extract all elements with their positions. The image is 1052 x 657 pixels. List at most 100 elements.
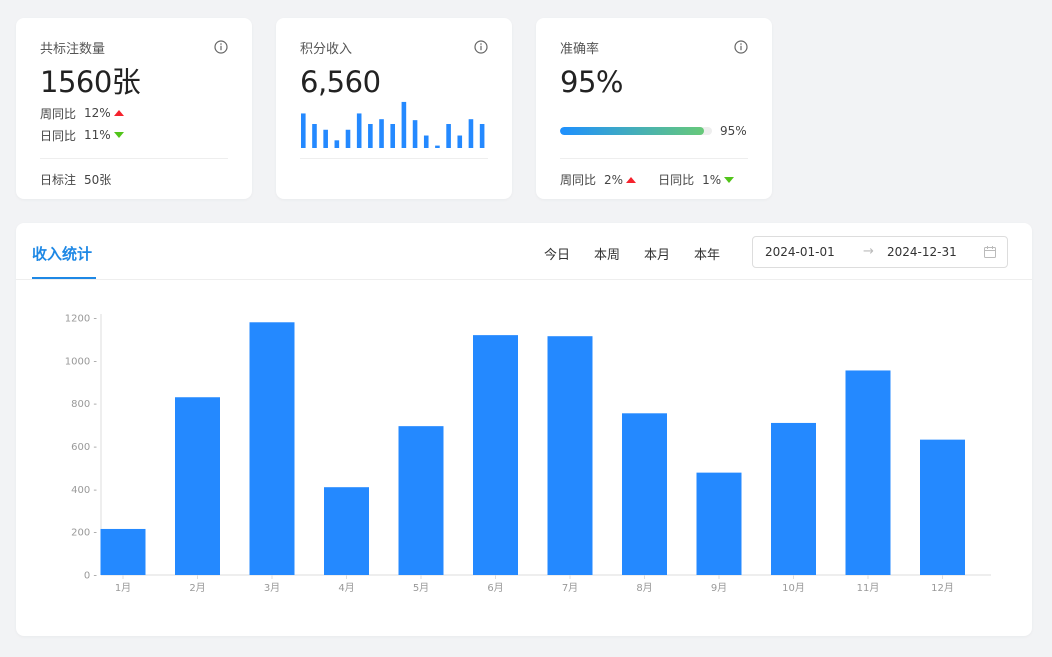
- range-selector: 今日 本周 本月 本年: [544, 244, 744, 263]
- bar-11月: [845, 370, 891, 575]
- bar-12月: [920, 439, 965, 575]
- trend-day: 日同比 11%: [40, 126, 228, 144]
- stat-card-accuracy: 准确率 95% 95% 周同比 2% 日同比 1%: [536, 18, 772, 199]
- bar-10月: [771, 422, 816, 575]
- progress-fill: [560, 127, 705, 135]
- card-value: 6,560: [300, 65, 381, 99]
- mini-bar: [479, 124, 485, 148]
- x-tick-label: 1月: [115, 582, 131, 594]
- y-tick-label: 600 -: [71, 442, 97, 453]
- mini-bar: [468, 119, 474, 148]
- arrow-up-icon: [626, 176, 637, 183]
- trend-value: 2%: [604, 172, 624, 187]
- date-range-picker[interactable]: 2024-01-01 → 2024-12-31: [752, 236, 1008, 268]
- card-title: 准确率: [560, 41, 600, 57]
- bar-2月: [175, 397, 220, 575]
- trend-value: 12%: [84, 106, 111, 120]
- info-icon[interactable]: [214, 40, 228, 54]
- card-value: 1560张: [40, 65, 141, 99]
- trend-label: 日同比: [40, 128, 77, 143]
- mini-bar: [301, 113, 306, 148]
- x-tick-label: 10月: [782, 582, 805, 594]
- divider: [560, 158, 748, 159]
- revenue-panel: 收入统计 今日 本周 本月 本年 2024-01-01 → 2024-12-31…: [16, 223, 1032, 636]
- card-title: 共标注数量: [40, 41, 106, 57]
- trend-week: 周同比 12%: [40, 104, 228, 122]
- mini-bar: [390, 124, 396, 148]
- mini-bar: [345, 129, 351, 148]
- range-today[interactable]: 今日: [544, 244, 570, 263]
- mini-bar: [379, 119, 384, 148]
- date-start-input[interactable]: 2024-01-01: [765, 245, 835, 259]
- bar-1月: [100, 528, 146, 575]
- y-tick-label: 0 -: [84, 571, 98, 582]
- bar-6月: [473, 335, 518, 575]
- trend-label: 日同比: [658, 173, 695, 187]
- bar-3月: [249, 322, 295, 575]
- x-tick-label: 4月: [338, 582, 354, 594]
- revenue-bar-chart: 0 - 200 - 400 - 600 - 800 - 1000 - 1200 - 1月 2月 3…: [65, 314, 991, 594]
- card-title: 积分收入: [300, 41, 353, 57]
- arrow-down-icon: [724, 176, 735, 183]
- bar-9月: [696, 472, 742, 575]
- bar-7月: [547, 336, 593, 575]
- stat-card-annotations: 共标注数量 1560张 周同比 12% 日同比 11% 日标注 50张: [16, 18, 252, 199]
- mini-bar: [334, 140, 340, 148]
- footer-label: 日标注: [40, 173, 77, 187]
- x-tick-label: 7月: [562, 582, 578, 594]
- x-tick-label: 3月: [264, 582, 280, 594]
- x-tick-label: 9月: [711, 582, 727, 594]
- bar-5月: [398, 426, 444, 575]
- mini-bar: [423, 135, 429, 148]
- x-tick-label: 2月: [189, 582, 205, 594]
- mini-bar-chart: [301, 101, 485, 148]
- divider: [300, 158, 488, 159]
- mini-bar: [446, 124, 451, 148]
- info-icon[interactable]: [734, 40, 748, 54]
- y-tick-label: 800 -: [71, 399, 97, 410]
- mini-bar: [368, 124, 373, 148]
- range-week[interactable]: 本周: [594, 244, 620, 263]
- calendar-icon[interactable]: [983, 245, 997, 259]
- mini-bar: [401, 101, 407, 148]
- card-value: 95%: [560, 65, 623, 99]
- mini-bar: [312, 124, 317, 148]
- range-month[interactable]: 本月: [644, 244, 670, 263]
- date-end-input[interactable]: 2024-12-31: [887, 245, 957, 259]
- arrow-up-icon: [113, 110, 124, 116]
- progress-track: [560, 127, 712, 135]
- divider: [40, 158, 228, 159]
- mini-bar: [323, 129, 328, 148]
- range-year[interactable]: 本年: [694, 244, 720, 263]
- bar-8月: [622, 413, 667, 575]
- arrow-right-icon: →: [863, 244, 874, 259]
- x-tick-label: 5月: [413, 582, 429, 594]
- x-tick-label: 6月: [487, 582, 503, 594]
- trend-label: 周同比: [560, 173, 597, 187]
- mini-bar: [356, 113, 362, 148]
- arrow-down-icon: [113, 132, 124, 138]
- card-footer: 日标注 50张: [40, 171, 111, 188]
- y-tick-label: 400 -: [71, 485, 97, 496]
- progress-label: 95%: [720, 124, 747, 138]
- trend-label: 周同比: [40, 106, 77, 121]
- tab-revenue-stats[interactable]: 收入统计: [32, 243, 92, 264]
- x-tick-label: 8月: [636, 582, 652, 594]
- bar-4月: [324, 487, 369, 575]
- y-tick-label: 1000 -: [65, 356, 98, 367]
- info-icon[interactable]: [474, 40, 488, 54]
- mini-bar: [457, 135, 463, 148]
- progress-bar: 95%: [560, 124, 750, 138]
- y-tick-label: 200 -: [71, 528, 97, 539]
- card-footer: 周同比 2% 日同比 1%: [560, 171, 735, 188]
- stat-card-points: 积分收入 6,560: [276, 18, 512, 199]
- footer-value: 50张: [84, 173, 112, 187]
- trend-value: 11%: [84, 128, 111, 142]
- trend-value: 1%: [702, 172, 722, 187]
- mini-bar: [435, 145, 440, 148]
- x-tick-label: 12月: [931, 582, 954, 594]
- mini-bar: [412, 120, 418, 148]
- panel-header: 收入统计 今日 本周 本月 本年 2024-01-01 → 2024-12-31: [16, 223, 1032, 280]
- tab-active-underline: [32, 277, 96, 279]
- x-tick-label: 11月: [857, 582, 880, 594]
